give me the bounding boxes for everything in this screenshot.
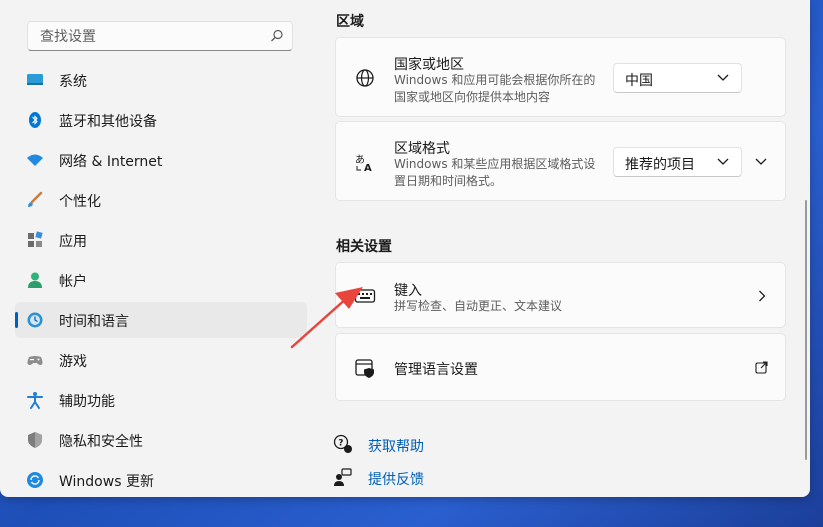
sidebar-item-label: 应用	[59, 234, 87, 250]
sidebar-item-label: 隐私和安全性	[59, 434, 143, 450]
svg-text:A: A	[364, 163, 372, 173]
scrollbar[interactable]	[805, 200, 807, 460]
dropdown-value: 中国	[625, 73, 653, 89]
sidebar-item-time-language[interactable]: 时间和语言	[15, 302, 307, 338]
feedback-link[interactable]: 提供反馈	[368, 469, 424, 489]
country-dropdown[interactable]: 中国	[613, 63, 742, 93]
sidebar-item-accessibility[interactable]: 辅助功能	[15, 382, 307, 418]
search-icon[interactable]	[270, 29, 284, 43]
bluetooth-icon	[29, 112, 41, 128]
chevron-down-icon	[717, 74, 729, 81]
sidebar-item-label: 时间和语言	[59, 314, 129, 330]
svg-text:?: ?	[338, 439, 343, 449]
chevron-down-icon	[717, 158, 729, 165]
account-icon	[28, 272, 42, 288]
apps-icon	[28, 231, 43, 247]
sidebar-item-label: 网络 & Internet	[59, 154, 163, 170]
gamepad-icon	[27, 356, 43, 365]
expand-chevron-icon[interactable]	[755, 158, 767, 166]
sidebar-item-apps[interactable]: 应用	[15, 222, 307, 258]
search-input[interactable]	[38, 27, 262, 47]
sidebar-item-network[interactable]: 网络 & Internet	[15, 142, 307, 178]
sidebar-item-gaming[interactable]: 游戏	[15, 342, 307, 378]
settings-window: 系统 蓝牙和其他设备 网络 & Internet 个性化	[0, 0, 810, 497]
card-title: 国家或地区	[394, 57, 464, 73]
sidebar-item-label: 帐户	[59, 274, 87, 290]
clock-globe-icon	[27, 312, 43, 328]
dropdown-value: 推荐的项目	[625, 157, 695, 173]
sidebar-item-accounts[interactable]: 帐户	[15, 262, 307, 298]
sidebar-item-label: 个性化	[59, 194, 101, 210]
sidebar-item-privacy[interactable]: 隐私和安全性	[15, 422, 307, 458]
language-format-icon: あ A	[355, 154, 372, 173]
card-description: Windows 和某些应用根据区域格式设置日期和时间格式。	[394, 157, 596, 188]
sidebar-item-label: 蓝牙和其他设备	[59, 114, 157, 130]
sidebar-item-system[interactable]: 系统	[15, 62, 307, 98]
feedback-icon	[334, 468, 352, 486]
accessibility-icon	[27, 392, 43, 409]
card-description: Windows 和应用可能会根据你所在的国家或地区向你提供本地内容	[394, 73, 596, 104]
chevron-right-icon	[759, 290, 766, 302]
admin-shield-window-icon	[355, 359, 374, 378]
external-link-icon	[755, 361, 768, 374]
sidebar-nav: 系统 蓝牙和其他设备 网络 & Internet 个性化 应用 帐户 时间和语言…	[15, 62, 307, 497]
card-title: 管理语言设置	[394, 362, 478, 378]
sidebar-item-bluetooth[interactable]: 蓝牙和其他设备	[15, 102, 307, 138]
language-admin-card[interactable]: 管理语言设置	[335, 333, 786, 401]
country-region-card: 国家或地区 Windows 和应用可能会根据你所在的国家或地区向你提供本地内容 …	[335, 37, 786, 117]
sidebar-item-windows-update[interactable]: Windows 更新	[15, 462, 307, 497]
sidebar-item-label: 系统	[59, 74, 87, 90]
search-box[interactable]	[27, 21, 293, 51]
update-icon	[27, 472, 43, 488]
typing-card[interactable]: 键入 拼写检查、自动更正、文本建议	[335, 262, 786, 328]
monitor-icon	[27, 74, 43, 85]
wifi-icon	[27, 154, 43, 166]
sidebar-item-label: 游戏	[59, 354, 87, 370]
card-title: 键入	[394, 283, 422, 299]
sidebar-item-label: Windows 更新	[59, 474, 154, 490]
card-description: 拼写检查、自动更正、文本建议	[394, 299, 563, 313]
card-title: 区域格式	[394, 141, 450, 157]
help-icon: ?	[333, 434, 352, 453]
regional-format-dropdown[interactable]: 推荐的项目	[613, 147, 742, 177]
keyboard-icon	[354, 289, 376, 303]
sidebar-item-personalization[interactable]: 个性化	[15, 182, 307, 218]
shield-icon	[28, 432, 42, 448]
regional-format-card[interactable]: あ A 区域格式 Windows 和某些应用根据区域格式设置日期和时间格式。 推…	[335, 121, 786, 201]
sidebar-item-label: 辅助功能	[59, 394, 115, 410]
section-title-region: 区域	[336, 14, 364, 30]
brush-icon	[28, 191, 43, 207]
selection-indicator	[15, 312, 18, 328]
section-title-related: 相关设置	[336, 239, 392, 255]
get-help-link[interactable]: 获取帮助	[368, 436, 424, 456]
globe-icon	[356, 69, 374, 87]
